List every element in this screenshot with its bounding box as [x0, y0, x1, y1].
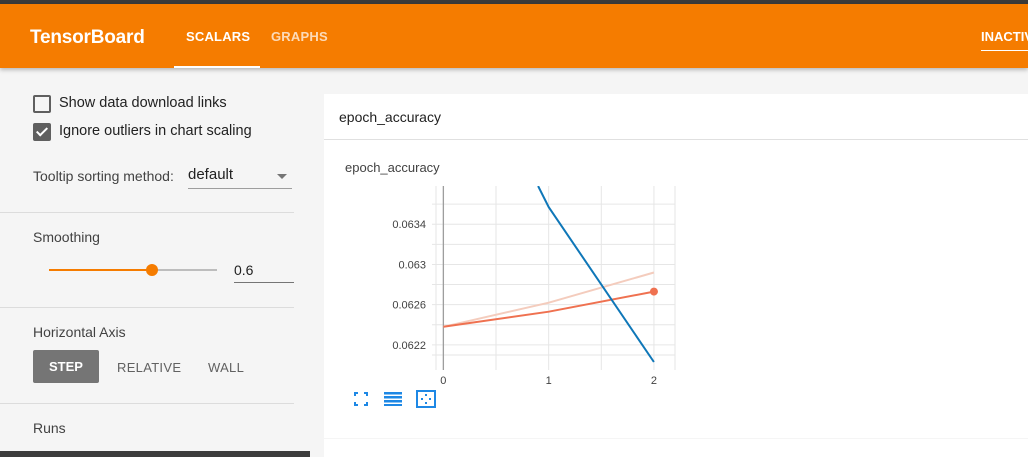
wall-button[interactable]: WALL — [208, 360, 244, 375]
divider — [0, 212, 294, 213]
y-tick-label: 0.0626 — [392, 300, 426, 312]
x-tick-label: 1 — [546, 375, 552, 387]
smoothing-slider-fill — [49, 269, 152, 271]
step-button[interactable]: STEP — [33, 350, 99, 383]
divider — [0, 307, 294, 308]
runs-label: Runs — [33, 420, 66, 436]
smoothing-slider-thumb[interactable] — [145, 264, 158, 276]
series-point-1 — [649, 287, 658, 296]
x-tick-label: 2 — [651, 375, 657, 387]
card-header-title: epoch_accuracy — [339, 109, 441, 125]
app-title: TensorBoard — [30, 27, 145, 48]
ignore-outliers-label: Ignore outliers in chart scaling — [59, 123, 252, 139]
series-line-2 — [537, 186, 655, 363]
smoothing-slider[interactable] — [49, 264, 217, 276]
app-header: TensorBoard SCALARS GRAPHS INACTIV — [0, 4, 1028, 68]
y-tick-label: 0.0634 — [392, 219, 426, 231]
smoothing-value: 0.6 — [234, 262, 254, 278]
horizontal-axis-label: Horizontal Axis — [33, 324, 126, 340]
inactive-dropdown-underline — [981, 50, 1028, 51]
fullscreen-icon[interactable] — [354, 392, 368, 406]
smoothing-label: Smoothing — [33, 229, 100, 245]
active-tab-indicator — [174, 66, 260, 68]
inactive-dropdown[interactable]: INACTIV — [981, 29, 1028, 44]
tooltip-sorting-value: default — [188, 166, 234, 183]
fit-domain-icon[interactable] — [416, 390, 436, 408]
relative-button[interactable]: RELATIVE — [117, 360, 181, 375]
tab-scalars[interactable]: SCALARS — [186, 29, 250, 44]
chevron-down-icon — [277, 174, 287, 179]
y-tick-label: 0.0622 — [392, 340, 426, 352]
checkbox-unchecked-icon[interactable] — [33, 95, 51, 113]
checkbox-checked-icon[interactable] — [33, 123, 51, 141]
show-download-links-label: Show data download links — [59, 95, 227, 111]
x-tick-label: 0 — [440, 375, 446, 387]
main-content: epoch_accuracy epoch_accuracy 0.0622 0.06… — [310, 68, 1028, 457]
next-card — [324, 439, 1028, 457]
card-header[interactable]: epoch_accuracy — [324, 94, 1028, 140]
tooltip-sorting-label: Tooltip sorting method: — [33, 168, 174, 184]
chart-card: epoch_accuracy 0.0622 0.0626 0.063 0.0634 0 1… — [324, 140, 1028, 438]
tab-graphs[interactable]: GRAPHS — [271, 29, 328, 44]
y-tick-label: 0.063 — [398, 259, 426, 271]
divider — [0, 403, 294, 404]
sidebar: Show data download links Ignore outliers… — [0, 68, 310, 451]
list-icon[interactable] — [384, 392, 402, 406]
tooltip-sorting-select[interactable]: default — [188, 164, 292, 189]
smoothing-input[interactable]: 0.6 — [234, 260, 294, 283]
